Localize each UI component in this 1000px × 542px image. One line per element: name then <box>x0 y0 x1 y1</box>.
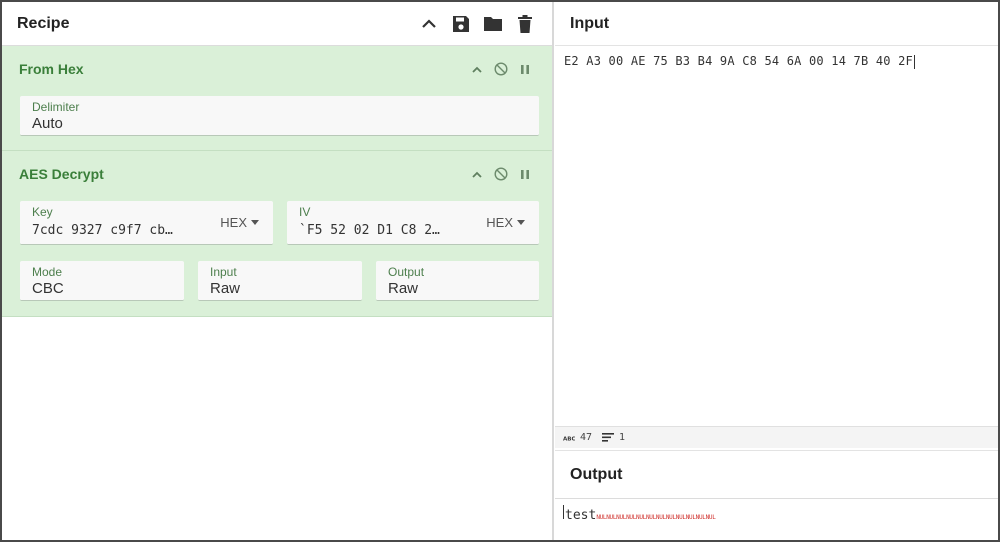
output-format-value: Raw <box>388 280 419 297</box>
chevron-up-icon[interactable] <box>418 13 440 35</box>
save-icon[interactable] <box>450 13 472 35</box>
input-format-value: Raw <box>210 280 241 297</box>
abc-icon: ABC <box>563 436 575 441</box>
operation-aes-decrypt: AES Decrypt Key 7cdc 9327 c9f7 cb… HEX I… <box>2 151 552 317</box>
output-text: test <box>565 508 597 523</box>
key-format-dropdown[interactable]: HEX <box>220 215 259 230</box>
output-textarea[interactable]: test NULNULNULNULNULNULNULNULNULNULNULNU… <box>562 505 716 523</box>
iv-value: `F5 52 02 D1 C8 2… <box>299 223 440 238</box>
output-title: Output <box>570 465 623 483</box>
input-header: Input <box>555 2 998 46</box>
collapse-icon[interactable] <box>472 66 482 73</box>
recipe-pane: Recipe From Hex Delimiter Auto AES Decry… <box>2 2 554 540</box>
cyberchef-window: Recipe From Hex Delimiter Auto AES Decry… <box>0 0 1000 542</box>
collapse-icon[interactable] <box>472 171 482 178</box>
iv-format-label: HEX <box>486 215 513 230</box>
output-format-field[interactable]: Output Raw <box>376 261 539 301</box>
text-cursor <box>913 54 915 69</box>
delimiter-value: Auto <box>32 115 63 132</box>
svg-text:ABC: ABC <box>563 436 575 441</box>
input-title: Input <box>570 14 610 32</box>
disable-icon[interactable] <box>494 62 508 76</box>
input-pane: Input E2 A3 00 AE 75 B3 B4 9A C8 54 6A 0… <box>555 2 998 426</box>
pause-icon[interactable] <box>520 64 530 75</box>
input-status-bar: ABC 47 1 <box>555 426 998 448</box>
key-value: 7cdc 9327 c9f7 cb… <box>32 223 173 238</box>
text-cursor <box>563 505 564 519</box>
input-textarea[interactable]: E2 A3 00 AE 75 B3 B4 9A C8 54 6A 00 14 7… <box>564 54 915 69</box>
iv-format-dropdown[interactable]: HEX <box>486 215 525 230</box>
iv-label: IV <box>299 205 311 219</box>
delimiter-label: Delimiter <box>32 100 80 114</box>
length-indicator: ABC 47 <box>563 432 592 443</box>
nul-characters: NULNULNULNULNULNULNULNULNULNULNULNUL <box>596 514 716 521</box>
recipe-header: Recipe <box>2 2 552 46</box>
output-header: Output <box>555 451 998 499</box>
lines-indicator: 1 <box>602 432 625 443</box>
mode-label: Mode <box>32 265 63 279</box>
lines-icon <box>602 433 615 442</box>
output-pane: Output test NULNULNULNULNULNULNULNULNULN… <box>555 450 998 540</box>
key-label: Key <box>32 205 53 219</box>
key-format-label: HEX <box>220 215 247 230</box>
key-field[interactable]: Key 7cdc 9327 c9f7 cb… HEX <box>20 201 273 245</box>
caret-down-icon <box>251 220 259 225</box>
pause-icon[interactable] <box>520 169 530 180</box>
length-value: 47 <box>580 432 593 443</box>
trash-icon[interactable] <box>514 13 536 35</box>
folder-icon[interactable] <box>482 13 504 35</box>
output-format-label: Output <box>388 265 425 279</box>
iv-field[interactable]: IV `F5 52 02 D1 C8 2… HEX <box>287 201 539 245</box>
delimiter-field[interactable]: Delimiter Auto <box>20 96 539 136</box>
lines-value: 1 <box>619 432 626 443</box>
input-format-field[interactable]: Input Raw <box>198 261 362 301</box>
operation-title: From Hex <box>19 61 84 77</box>
operation-title: AES Decrypt <box>19 166 104 182</box>
input-text: E2 A3 00 AE 75 B3 B4 9A C8 54 6A 00 14 7… <box>564 54 913 68</box>
mode-field[interactable]: Mode CBC <box>20 261 184 301</box>
mode-value: CBC <box>32 280 64 297</box>
caret-down-icon <box>517 220 525 225</box>
disable-icon[interactable] <box>494 167 508 181</box>
operation-from-hex: From Hex Delimiter Auto <box>2 46 552 151</box>
recipe-title: Recipe <box>17 14 70 32</box>
input-format-label: Input <box>210 265 237 279</box>
